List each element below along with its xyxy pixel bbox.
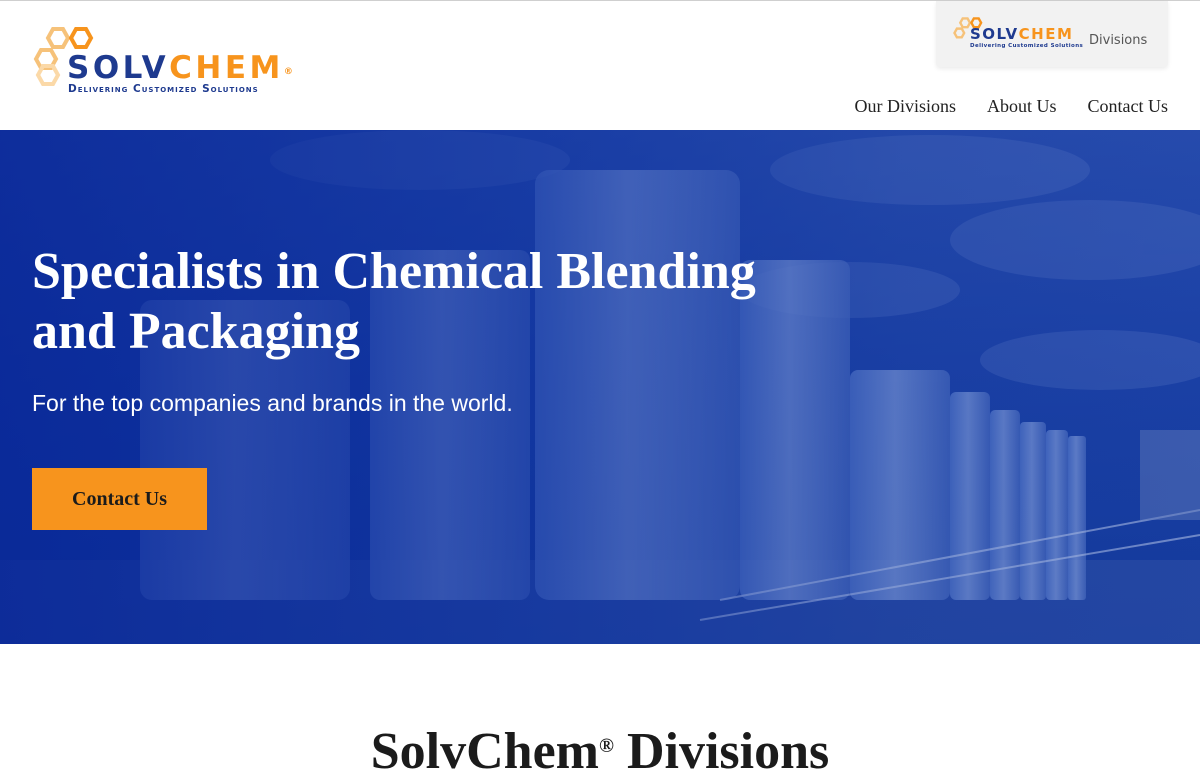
divisions-tab-logo: SOLVCHEM Delivering Customized Solutions xyxy=(952,17,1087,51)
logo-wordmark: SOLVCHEM® xyxy=(67,50,293,86)
divisions-tab-wordmark: SOLVCHEM xyxy=(970,25,1074,43)
nav-about-us[interactable]: About Us xyxy=(987,94,1057,118)
hero-banner: Specialists in Chemical Blending and Pac… xyxy=(0,130,1200,644)
nav-our-divisions[interactable]: Our Divisions xyxy=(854,94,956,118)
contact-us-button[interactable]: Contact Us xyxy=(32,468,207,530)
logo-tagline: Delivering Customized Solutions xyxy=(68,83,259,95)
main-nav: Our Divisions About Us Contact Us xyxy=(854,94,1168,118)
solvchem-logo[interactable]: SOLVCHEM® Delivering Customized Solution… xyxy=(31,26,331,98)
divisions-tab-label: Divisions xyxy=(1089,33,1148,48)
divisions-tab[interactable]: SOLVCHEM Delivering Customized Solutions… xyxy=(936,1,1168,67)
divisions-section-title: SolvChem® Divisions xyxy=(370,723,830,780)
hero-title: Specialists in Chemical Blending and Pac… xyxy=(32,243,756,360)
divisions-tab-tagline: Delivering Customized Solutions xyxy=(970,43,1084,49)
hero-subtitle: For the top companies and brands in the … xyxy=(32,390,513,416)
site-header: SOLVCHEM® Delivering Customized Solution… xyxy=(0,1,1200,130)
hero-overlay xyxy=(0,130,1200,644)
nav-contact-us[interactable]: Contact Us xyxy=(1088,94,1169,118)
